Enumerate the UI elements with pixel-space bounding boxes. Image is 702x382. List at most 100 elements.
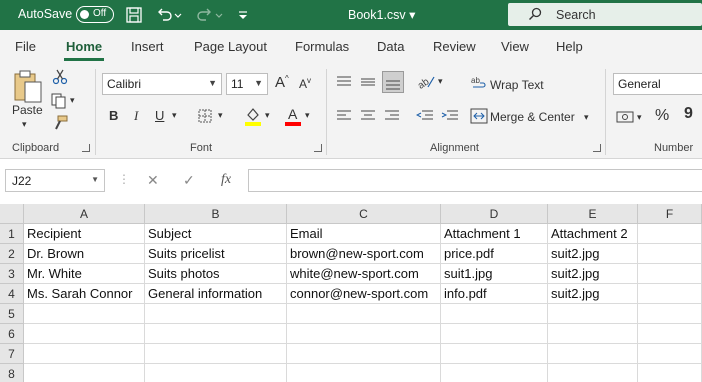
cancel-icon[interactable]: ✕ xyxy=(147,172,159,189)
cell-a8[interactable] xyxy=(24,364,145,382)
cell-e6[interactable] xyxy=(548,324,638,344)
column-header-b[interactable]: B xyxy=(145,204,287,224)
tab-data[interactable]: Data xyxy=(377,39,404,54)
cell-e4[interactable]: suit2.jpg xyxy=(548,284,638,304)
top-align-icon[interactable] xyxy=(336,75,352,89)
cut-icon[interactable] xyxy=(52,69,68,85)
paste-label[interactable]: Paste xyxy=(12,103,43,117)
cell-d1[interactable]: Attachment 1 xyxy=(441,224,548,244)
font-size-combo[interactable]: 11 ▼ xyxy=(226,73,268,95)
cell-d4[interactable]: info.pdf xyxy=(441,284,548,304)
select-all-corner[interactable] xyxy=(0,204,24,224)
cell-e5[interactable] xyxy=(548,304,638,324)
column-header-a[interactable]: A xyxy=(24,204,145,224)
tab-view[interactable]: View xyxy=(501,39,529,54)
percent-style-button[interactable]: % xyxy=(655,107,669,125)
tab-review[interactable]: Review xyxy=(433,39,476,54)
middle-align-icon[interactable] xyxy=(360,75,376,89)
increase-font-size-icon[interactable]: A^ xyxy=(275,74,289,91)
enter-icon[interactable]: ✓ xyxy=(183,172,195,189)
cell-b3[interactable]: Suits photos xyxy=(145,264,287,284)
formula-input[interactable] xyxy=(248,169,702,192)
paste-dropdown-icon[interactable]: ▾ xyxy=(22,119,27,130)
cell-d5[interactable] xyxy=(441,304,548,324)
cell-b5[interactable] xyxy=(145,304,287,324)
cell-a1[interactable]: Recipient xyxy=(24,224,145,244)
column-header-d[interactable]: D xyxy=(441,204,548,224)
customize-toolbar-icon[interactable] xyxy=(236,4,250,26)
merge-center-icon[interactable] xyxy=(470,108,488,124)
column-header-f[interactable]: F xyxy=(638,204,702,224)
merge-center-button[interactable]: Merge & Center xyxy=(490,110,575,124)
search-box[interactable]: Search xyxy=(508,3,702,26)
row-header-4[interactable]: 4 xyxy=(0,284,24,304)
borders-icon[interactable] xyxy=(197,108,213,124)
underline-button[interactable]: U xyxy=(155,108,164,123)
align-left-icon[interactable] xyxy=(336,109,352,123)
format-painter-icon[interactable] xyxy=(52,115,68,131)
cell-e1[interactable]: Attachment 2 xyxy=(548,224,638,244)
copy-icon[interactable] xyxy=(50,93,68,109)
fill-color-dropdown-icon[interactable]: ▾ xyxy=(265,110,270,121)
decrease-indent-icon[interactable] xyxy=(416,109,434,123)
orientation-dropdown-icon[interactable]: ▾ xyxy=(438,76,443,87)
cell-c5[interactable] xyxy=(287,304,441,324)
cell-a6[interactable] xyxy=(24,324,145,344)
cell-f8[interactable] xyxy=(638,364,702,382)
cell-f3[interactable] xyxy=(638,264,702,284)
underline-dropdown-icon[interactable]: ▾ xyxy=(172,110,177,121)
cell-b1[interactable]: Subject xyxy=(145,224,287,244)
tab-file[interactable]: File xyxy=(15,39,36,54)
cell-b2[interactable]: Suits pricelist xyxy=(145,244,287,264)
copy-dropdown-icon[interactable]: ▾ xyxy=(70,95,75,106)
document-title[interactable]: Book1.csv ▾ xyxy=(348,7,415,22)
font-dialog-launcher[interactable] xyxy=(314,144,322,152)
undo-dropdown-icon[interactable] xyxy=(172,4,184,26)
cell-c4[interactable]: connor@new-sport.com xyxy=(287,284,441,304)
cell-b8[interactable] xyxy=(145,364,287,382)
align-right-icon[interactable] xyxy=(384,109,400,123)
alignment-dialog-launcher[interactable] xyxy=(593,144,601,152)
redo-dropdown-icon[interactable] xyxy=(213,4,225,26)
cell-d3[interactable]: suit1.jpg xyxy=(441,264,548,284)
row-header-6[interactable]: 6 xyxy=(0,324,24,344)
row-header-1[interactable]: 1 xyxy=(0,224,24,244)
row-header-2[interactable]: 2 xyxy=(0,244,24,264)
cell-b6[interactable] xyxy=(145,324,287,344)
cell-c3[interactable]: white@new-sport.com xyxy=(287,264,441,284)
font-name-combo[interactable]: Calibri ▼ xyxy=(102,73,222,95)
comma-style-button[interactable]: 9 xyxy=(684,105,693,123)
insert-function-button[interactable]: fx xyxy=(221,172,231,188)
orientation-icon[interactable]: ab xyxy=(416,73,436,91)
column-header-e[interactable]: E xyxy=(548,204,638,224)
number-format-combo[interactable]: General xyxy=(613,73,702,95)
increase-indent-icon[interactable] xyxy=(441,109,459,123)
cell-a7[interactable] xyxy=(24,344,145,364)
cell-f2[interactable] xyxy=(638,244,702,264)
borders-dropdown-icon[interactable]: ▾ xyxy=(218,110,223,121)
cell-d8[interactable] xyxy=(441,364,548,382)
cell-e2[interactable]: suit2.jpg xyxy=(548,244,638,264)
decrease-font-size-icon[interactable]: Av xyxy=(299,76,311,91)
italic-button[interactable]: I xyxy=(134,108,138,124)
wrap-text-icon[interactable]: ab xyxy=(470,75,488,91)
tab-formulas[interactable]: Formulas xyxy=(295,39,349,54)
autosave-toggle[interactable]: Off xyxy=(76,6,114,23)
row-header-3[interactable]: 3 xyxy=(0,264,24,284)
cell-d7[interactable] xyxy=(441,344,548,364)
tab-insert[interactable]: Insert xyxy=(131,39,164,54)
cell-f5[interactable] xyxy=(638,304,702,324)
cell-b4[interactable]: General information xyxy=(145,284,287,304)
cell-c7[interactable] xyxy=(287,344,441,364)
name-box[interactable]: J22 ▼ xyxy=(5,169,105,192)
tab-help[interactable]: Help xyxy=(556,39,583,54)
cell-e8[interactable] xyxy=(548,364,638,382)
row-header-7[interactable]: 7 xyxy=(0,344,24,364)
tab-home[interactable]: Home xyxy=(66,39,102,54)
cell-d2[interactable]: price.pdf xyxy=(441,244,548,264)
cell-c8[interactable] xyxy=(287,364,441,382)
merge-dropdown-icon[interactable]: ▾ xyxy=(584,112,589,123)
tab-page-layout[interactable]: Page Layout xyxy=(194,39,267,54)
row-header-8[interactable]: 8 xyxy=(0,364,24,382)
cell-f7[interactable] xyxy=(638,344,702,364)
